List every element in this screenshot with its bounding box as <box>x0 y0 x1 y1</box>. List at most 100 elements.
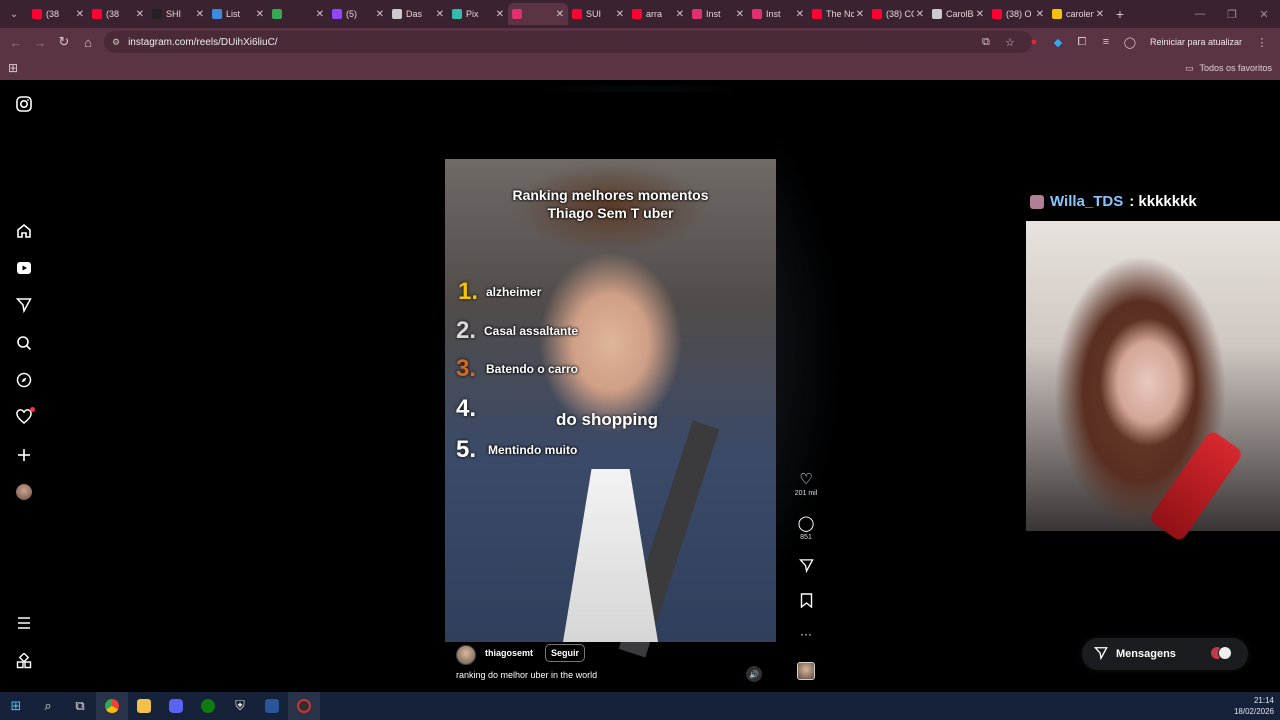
browser-tab[interactable]: (38) O F✕ <box>988 3 1048 25</box>
tab-close-icon[interactable]: ✕ <box>856 9 864 20</box>
profile-icon[interactable]: ◯ <box>1120 32 1140 52</box>
tab-close-icon[interactable]: ✕ <box>76 9 84 20</box>
tab-close-icon[interactable]: ✕ <box>1036 9 1044 20</box>
browser-tab[interactable]: ✕ <box>508 3 568 25</box>
extension-red-icon[interactable]: ● <box>1024 32 1044 52</box>
instagram-icon <box>752 9 762 19</box>
author-avatar[interactable] <box>456 645 476 665</box>
messages-button[interactable]: Mensagens <box>1082 638 1248 670</box>
tab-close-icon[interactable]: ✕ <box>496 9 504 20</box>
more-menu-icon[interactable] <box>14 613 34 633</box>
comment-icon[interactable]: ◯ <box>789 514 823 532</box>
tab-close-icon[interactable]: ✕ <box>316 9 324 20</box>
update-button[interactable]: Reiniciar para atualizar <box>1144 37 1248 47</box>
install-app-icon[interactable]: ⧉ <box>976 32 996 52</box>
browser-tab[interactable]: SUI ✕ <box>568 3 628 25</box>
like-action[interactable]: ♡ 201 mil <box>789 470 823 497</box>
home-icon[interactable]: ⌂ <box>76 30 100 54</box>
author-username[interactable]: thiagosemt <box>485 648 533 658</box>
browser-tab[interactable]: Das ✕ <box>388 3 448 25</box>
chrome-taskbar-icon[interactable] <box>96 692 128 720</box>
browser-menu-icon[interactable]: ⋮ <box>1252 32 1272 52</box>
security-shield-icon[interactable]: ⛨ <box>224 692 256 720</box>
tab-close-icon[interactable]: ✕ <box>136 9 144 20</box>
tab-close-icon[interactable]: ✕ <box>436 9 444 20</box>
notifications-heart-icon[interactable] <box>14 407 35 427</box>
reel-caption[interactable]: ranking do melhor uber in the world <box>456 670 597 680</box>
extension-gem-icon[interactable]: ◆ <box>1048 32 1068 52</box>
discord-icon[interactable] <box>160 692 192 720</box>
file-explorer-icon[interactable] <box>128 692 160 720</box>
bookmark-icon[interactable] <box>789 593 823 612</box>
search-icon[interactable] <box>14 333 34 353</box>
volume-icon[interactable]: 🔊 <box>746 666 762 682</box>
share-action[interactable] <box>789 558 823 577</box>
also-from-meta-icon[interactable] <box>14 651 34 671</box>
word-icon[interactable] <box>256 692 288 720</box>
browser-tab[interactable]: SHI ✕ <box>148 3 208 25</box>
forward-icon[interactable]: → <box>28 30 52 54</box>
tab-close-icon[interactable]: ✕ <box>556 9 564 20</box>
taskbar-search-icon[interactable]: ⌕ <box>32 692 64 720</box>
save-action[interactable] <box>789 593 823 612</box>
browser-tab[interactable]: (38 ✕ <box>28 3 88 25</box>
browser-tab[interactable]: List ✕ <box>208 3 268 25</box>
all-bookmarks[interactable]: ▭ Todos os favoritos <box>1185 63 1272 74</box>
xbox-icon[interactable] <box>192 692 224 720</box>
reel-video-frame[interactable] <box>445 159 776 658</box>
address-bar[interactable]: ⚙ instagram.com/reels/DUihXi6liuC/ <box>104 31 1032 53</box>
tab-close-icon[interactable]: ✕ <box>196 9 204 20</box>
browser-tab[interactable]: (38 ✕ <box>88 3 148 25</box>
extensions-puzzle-icon[interactable]: ⧠ <box>1072 32 1092 52</box>
tab-search-chevron-icon[interactable]: ⌄ <box>0 0 28 28</box>
restore-icon[interactable]: ❐ <box>1216 0 1248 28</box>
browser-tab[interactable]: (5) ✕ <box>328 3 388 25</box>
explore-compass-icon[interactable] <box>14 370 34 390</box>
tab-close-icon[interactable]: ✕ <box>976 9 984 20</box>
reel-player[interactable]: Ranking melhores momentos Thiago Sem T u… <box>445 92 776 682</box>
comment-action[interactable]: ◯ 851 <box>789 514 823 541</box>
share-icon[interactable] <box>789 558 823 577</box>
task-view-icon[interactable]: ⧉ <box>64 692 96 720</box>
close-window-icon[interactable]: ✕ <box>1248 0 1280 28</box>
profile-avatar[interactable] <box>14 482 34 502</box>
tab-close-icon[interactable]: ✕ <box>376 9 384 20</box>
tab-close-icon[interactable]: ✕ <box>916 9 924 20</box>
windows-start-icon[interactable]: ⊞ <box>0 692 32 720</box>
browser-tab[interactable]: ✕ <box>268 3 328 25</box>
home-nav-icon[interactable] <box>14 221 34 241</box>
browser-tab[interactable]: Inst ✕ <box>688 3 748 25</box>
reels-nav-icon[interactable] <box>14 258 34 278</box>
tab-close-icon[interactable]: ✕ <box>676 9 684 20</box>
instagram-logo-icon[interactable] <box>14 94 34 114</box>
browser-tab[interactable]: (38) CO✕ <box>868 3 928 25</box>
system-clock[interactable]: 21:14 18/02/2026 <box>1234 695 1274 717</box>
tab-close-icon[interactable]: ✕ <box>736 9 744 20</box>
browser-tab[interactable]: Pix ✕ <box>448 3 508 25</box>
pix-icon <box>452 9 462 19</box>
bookmark-star-icon[interactable]: ☆ <box>1000 32 1020 52</box>
browser-tab[interactable]: The Nc ✕ <box>808 3 868 25</box>
tab-close-icon[interactable]: ✕ <box>256 9 264 20</box>
site-info-icon[interactable]: ⚙ <box>112 37 120 48</box>
more-options-icon[interactable]: ··· <box>789 627 823 641</box>
obs-icon[interactable] <box>288 692 320 720</box>
browser-tab[interactable]: arra ✕ <box>628 3 688 25</box>
browser-tab[interactable]: carolen ✕ <box>1048 3 1108 25</box>
browser-tab[interactable]: CarolBa✕ <box>928 3 988 25</box>
tab-close-icon[interactable]: ✕ <box>616 9 624 20</box>
new-tab-button[interactable]: + <box>1108 6 1132 22</box>
tab-close-icon[interactable]: ✕ <box>796 9 804 20</box>
reload-icon[interactable]: ↻ <box>52 30 76 54</box>
apps-grid-icon[interactable]: ⊞ <box>8 61 18 75</box>
browser-tab[interactable]: Inst ✕ <box>748 3 808 25</box>
original-audio-thumbnail[interactable] <box>797 662 815 680</box>
follow-button[interactable]: Seguir <box>545 644 586 662</box>
minimize-icon[interactable]: — <box>1184 0 1216 28</box>
create-plus-icon[interactable] <box>14 445 34 465</box>
media-control-icon[interactable]: ≡ <box>1096 32 1116 52</box>
back-icon[interactable]: ← <box>4 30 28 54</box>
heart-icon[interactable]: ♡ <box>789 470 823 488</box>
tab-close-icon[interactable]: ✕ <box>1096 9 1104 20</box>
direct-messages-icon[interactable] <box>14 295 34 315</box>
